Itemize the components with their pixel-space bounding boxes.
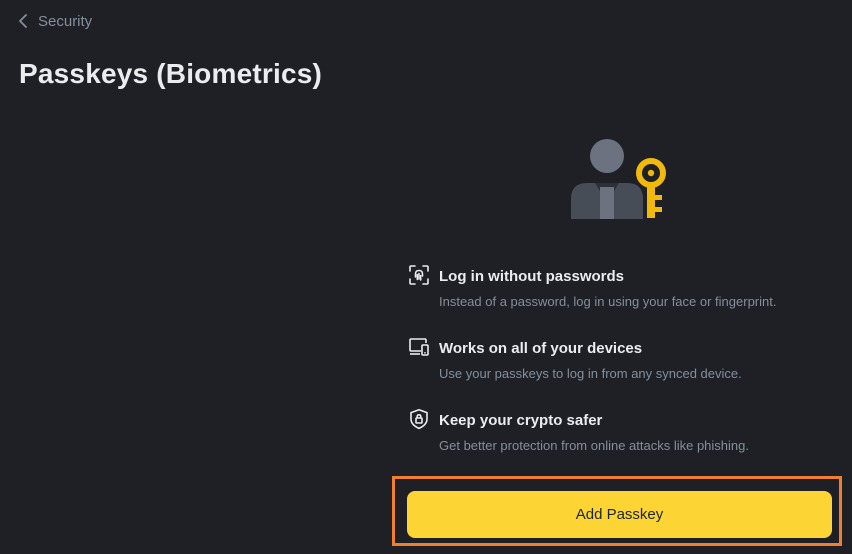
add-passkey-button[interactable]: Add Passkey	[407, 491, 832, 538]
chevron-left-icon	[16, 14, 30, 28]
fingerprint-scan-icon	[408, 264, 430, 286]
feature-title: Log in without passwords	[439, 268, 624, 285]
passkeys-page: Security Passkeys (Biometrics) Log in wi…	[0, 0, 852, 554]
user-key-icon	[566, 137, 670, 221]
feature-item-passwordless: Log in without passwords Instead of a pa…	[408, 264, 838, 336]
page-title: Passkeys (Biometrics)	[19, 58, 323, 89]
feature-item-security: Keep your crypto safer Get better protec…	[408, 408, 838, 480]
feature-description: Use your passkeys to log in from any syn…	[439, 366, 742, 381]
devices-icon	[408, 336, 430, 358]
feature-description: Instead of a password, log in using your…	[439, 294, 777, 309]
feature-item-devices: Works on all of your devices Use your pa…	[408, 336, 838, 408]
shield-lock-icon	[408, 408, 430, 430]
feature-title: Keep your crypto safer	[439, 412, 603, 429]
feature-list: Log in without passwords Instead of a pa…	[408, 264, 838, 480]
feature-title: Works on all of your devices	[439, 340, 643, 357]
feature-description: Get better protection from online attack…	[439, 438, 749, 453]
back-to-security-link[interactable]: Security	[16, 9, 92, 33]
back-link-label: Security	[38, 12, 93, 30]
